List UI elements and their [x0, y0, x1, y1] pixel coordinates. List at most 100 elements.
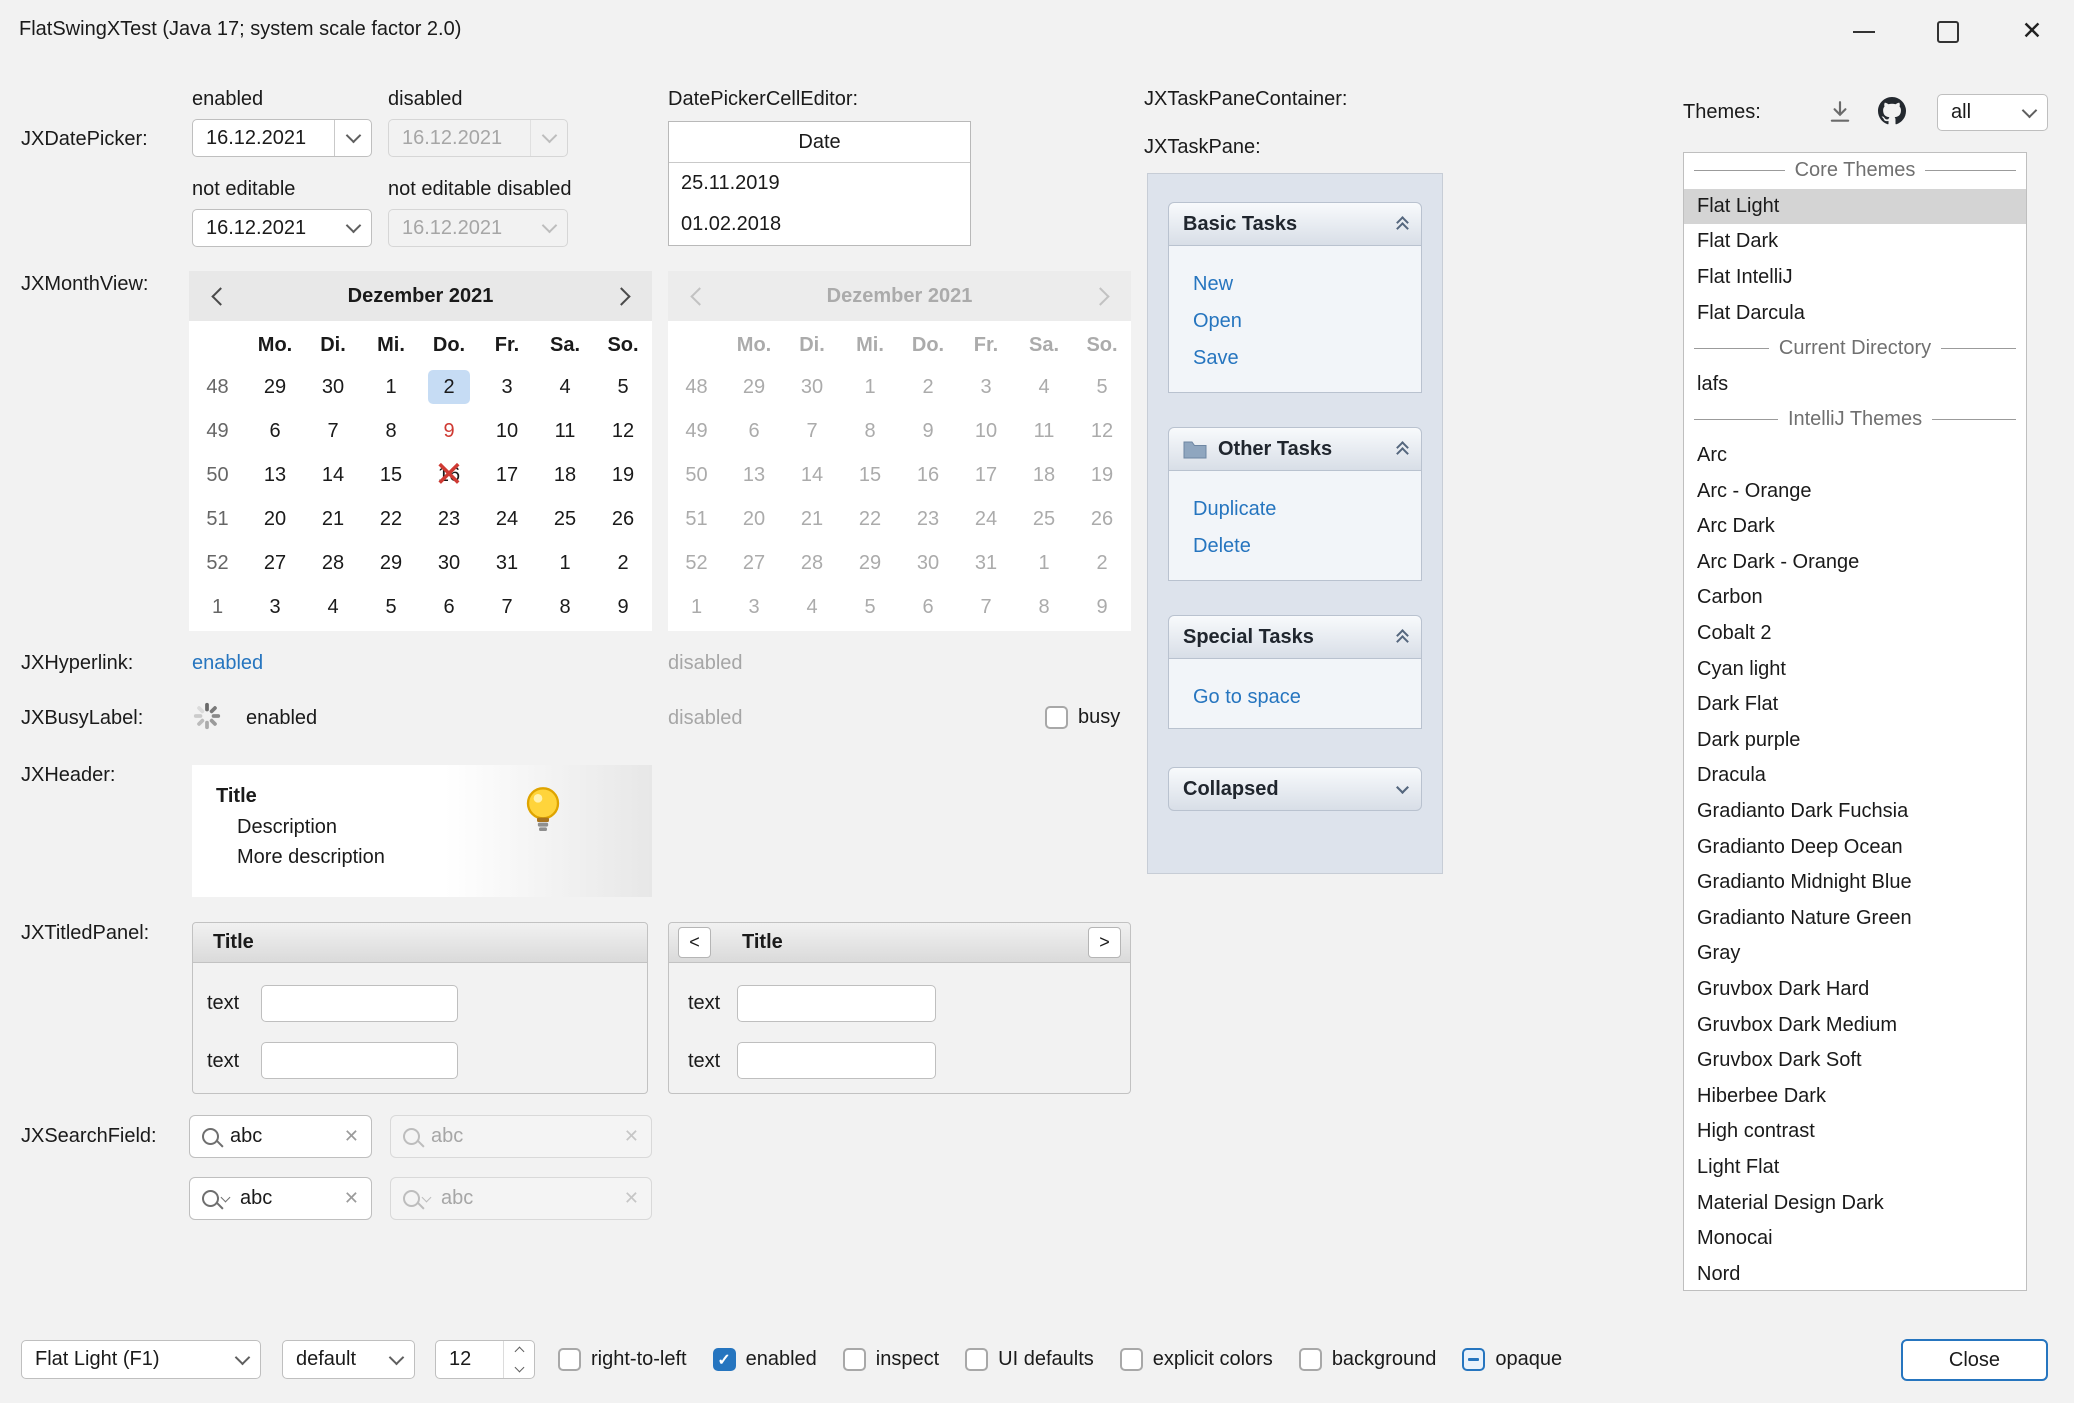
- themes-list[interactable]: Core ThemesFlat LightFlat DarkFlat Intel…: [1683, 152, 2027, 1291]
- checkbox-right-to-left[interactable]: right-to-left: [558, 1348, 687, 1371]
- table-row[interactable]: 25.11.2019: [669, 163, 970, 204]
- day-cell[interactable]: 15: [362, 458, 420, 492]
- maximize-button[interactable]: [1906, 0, 1990, 63]
- day-cell[interactable]: 29: [246, 370, 304, 404]
- day-cell[interactable]: 14: [304, 458, 362, 492]
- laf-combo[interactable]: Flat Light (F1): [21, 1340, 261, 1379]
- theme-item[interactable]: Gradianto Nature Green: [1684, 900, 2026, 936]
- day-cell[interactable]: 5: [362, 590, 420, 624]
- checkbox-box[interactable]: [843, 1348, 866, 1371]
- font-size-spinner[interactable]: 12: [435, 1340, 535, 1379]
- text-input[interactable]: [737, 985, 936, 1022]
- day-cell[interactable]: 30: [420, 546, 478, 580]
- day-cell[interactable]: 21: [304, 502, 362, 536]
- checkbox-box[interactable]: [1045, 706, 1068, 729]
- download-icon[interactable]: [1827, 99, 1853, 125]
- titled-panel-next-button[interactable]: >: [1088, 927, 1121, 958]
- clear-icon[interactable]: ✕: [344, 1126, 359, 1147]
- task-link-open[interactable]: Open: [1193, 303, 1421, 340]
- day-cell[interactable]: 27: [246, 546, 304, 580]
- theme-item[interactable]: Gruvbox Dark Soft: [1684, 1043, 2026, 1079]
- clear-icon[interactable]: ✕: [344, 1188, 359, 1209]
- theme-item[interactable]: Gradianto Dark Fuchsia: [1684, 794, 2026, 830]
- checkbox-opaque[interactable]: opaque: [1462, 1348, 1562, 1371]
- day-cell[interactable]: 3: [478, 370, 536, 404]
- day-cell[interactable]: 12: [594, 414, 652, 448]
- theme-item[interactable]: Gruvbox Dark Hard: [1684, 972, 2026, 1008]
- checkbox-explicit-colors[interactable]: explicit colors: [1120, 1348, 1273, 1371]
- theme-item[interactable]: Cobalt 2: [1684, 616, 2026, 652]
- day-cell[interactable]: 22: [362, 502, 420, 536]
- day-cell[interactable]: 2: [594, 546, 652, 580]
- checkbox-box[interactable]: [1299, 1348, 1322, 1371]
- month-next-button[interactable]: [606, 281, 636, 311]
- day-cell[interactable]: 18: [536, 458, 594, 492]
- minimize-button[interactable]: [1822, 0, 1906, 63]
- day-cell[interactable]: 10: [478, 414, 536, 448]
- theme-item[interactable]: High contrast: [1684, 1114, 2026, 1150]
- day-cell[interactable]: 17: [478, 458, 536, 492]
- day-cell[interactable]: 5: [594, 370, 652, 404]
- day-cell[interactable]: 7: [304, 414, 362, 448]
- chevron-double-up-icon[interactable]: [1398, 443, 1407, 455]
- taskpane-collapsed-header[interactable]: Collapsed: [1168, 767, 1422, 811]
- checkbox-enabled[interactable]: enabled: [713, 1348, 817, 1371]
- spinner-down-button[interactable]: [504, 1360, 534, 1379]
- table-row[interactable]: 01.02.2018: [669, 204, 970, 245]
- checkbox-ui-defaults[interactable]: UI defaults: [965, 1348, 1094, 1371]
- theme-item[interactable]: Carbon: [1684, 580, 2026, 616]
- datepicker-enabled[interactable]: 16.12.2021: [192, 119, 372, 157]
- day-cell[interactable]: 9: [594, 590, 652, 624]
- theme-item[interactable]: Arc: [1684, 438, 2026, 474]
- text-input[interactable]: [261, 1042, 458, 1079]
- month-prev-button[interactable]: [205, 281, 235, 311]
- day-cell[interactable]: 19: [594, 458, 652, 492]
- day-cell[interactable]: 1: [362, 370, 420, 404]
- day-cell[interactable]: 16✕: [420, 458, 478, 492]
- task-link-duplicate[interactable]: Duplicate: [1193, 491, 1421, 528]
- theme-item[interactable]: Arc - Orange: [1684, 473, 2026, 509]
- taskpane-basic-header[interactable]: Basic Tasks: [1168, 202, 1422, 246]
- github-icon[interactable]: [1878, 97, 1906, 125]
- day-cell[interactable]: 11: [536, 414, 594, 448]
- day-cell[interactable]: 2: [420, 370, 478, 404]
- themes-filter-combo[interactable]: all: [1937, 94, 2048, 131]
- day-cell[interactable]: 4: [536, 370, 594, 404]
- checkbox-inspect[interactable]: inspect: [843, 1348, 939, 1371]
- theme-item[interactable]: Gradianto Deep Ocean: [1684, 829, 2026, 865]
- checkbox-box[interactable]: [1462, 1348, 1485, 1371]
- scale-combo[interactable]: default: [282, 1340, 415, 1379]
- day-cell[interactable]: 31: [478, 546, 536, 580]
- theme-item[interactable]: Flat Light: [1684, 189, 2026, 225]
- task-link-save[interactable]: Save: [1193, 340, 1421, 377]
- chevron-down-icon[interactable]: [335, 210, 371, 246]
- checkbox-box[interactable]: [713, 1348, 736, 1371]
- text-input[interactable]: [261, 985, 458, 1022]
- task-link-go-to-space[interactable]: Go to space: [1193, 679, 1421, 716]
- theme-item[interactable]: Flat IntelliJ: [1684, 260, 2026, 296]
- day-cell[interactable]: 13: [246, 458, 304, 492]
- checkbox-background[interactable]: background: [1299, 1348, 1437, 1371]
- chevron-double-up-icon[interactable]: [1398, 218, 1407, 230]
- theme-item[interactable]: Gradianto Midnight Blue: [1684, 865, 2026, 901]
- theme-item[interactable]: Nord: [1684, 1256, 2026, 1291]
- day-cell[interactable]: 8: [362, 414, 420, 448]
- theme-item[interactable]: Light Flat: [1684, 1150, 2026, 1186]
- theme-item[interactable]: Hiberbee Dark: [1684, 1078, 2026, 1114]
- day-cell[interactable]: 6: [420, 590, 478, 624]
- checkbox-box[interactable]: [1120, 1348, 1143, 1371]
- checkbox-box[interactable]: [558, 1348, 581, 1371]
- datepicker-cell-editor-table[interactable]: Date 25.11.2019 01.02.2018: [668, 121, 971, 246]
- theme-item[interactable]: Gruvbox Dark Medium: [1684, 1007, 2026, 1043]
- theme-item[interactable]: Arc Dark: [1684, 509, 2026, 545]
- search-field-with-menu-enabled[interactable]: abc ✕: [189, 1177, 372, 1220]
- day-cell[interactable]: 8: [536, 590, 594, 624]
- chevron-double-up-icon[interactable]: [1398, 631, 1407, 643]
- theme-item[interactable]: Material Design Dark: [1684, 1185, 2026, 1221]
- task-link-new[interactable]: New: [1193, 266, 1421, 303]
- theme-item[interactable]: Flat Darcula: [1684, 295, 2026, 331]
- taskpane-special-header[interactable]: Special Tasks: [1168, 615, 1422, 659]
- checkbox-box[interactable]: [965, 1348, 988, 1371]
- day-cell[interactable]: 1: [536, 546, 594, 580]
- window-close-button[interactable]: ✕: [1990, 0, 2074, 63]
